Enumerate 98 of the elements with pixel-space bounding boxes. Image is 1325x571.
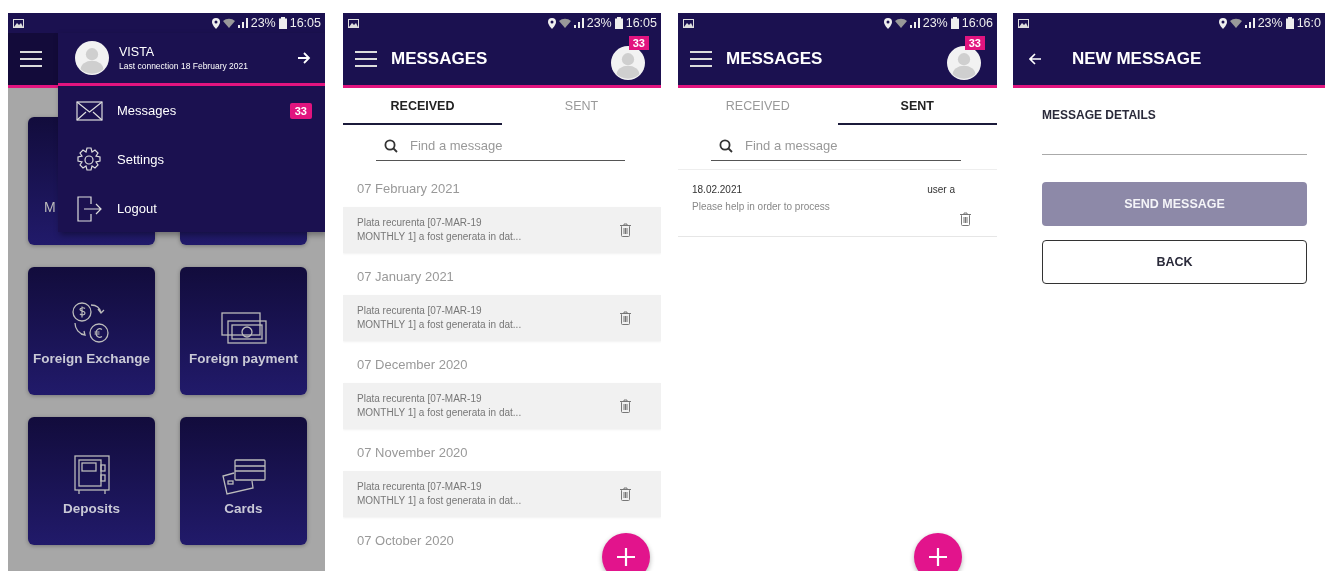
envelope-icon	[75, 100, 103, 121]
avatar-icon[interactable]	[75, 41, 109, 75]
user-name: VISTA	[119, 45, 156, 59]
date-heading: 07 January 2021	[356, 267, 454, 286]
wifi-icon	[894, 18, 907, 28]
banknotes-icon	[220, 310, 267, 345]
location-icon	[211, 17, 220, 29]
last-connection: Last connection 18 February 2021	[119, 61, 249, 71]
avatar-icon[interactable]	[611, 46, 645, 80]
message-row[interactable]: Plata recurenta [07-MAR-19 MONTHLY 1] a fost generata in dat...	[343, 471, 661, 517]
battery-percent: 23%	[250, 16, 276, 30]
tab[interactable]: SENT	[837, 88, 997, 125]
tile-label: M	[44, 199, 56, 215]
sent-message-row[interactable]: 18.02.2021 user a Please help in order to process	[678, 169, 997, 237]
back-button[interactable]: BACK	[1042, 240, 1307, 284]
logout-icon	[76, 195, 102, 222]
message-preview: Plata recurenta [07-MAR-19 MONTHLY 1] a fost generata in dat...	[357, 303, 522, 332]
field-label: MESSAGE DETAILS	[1042, 108, 1157, 122]
menu-tile[interactable]: Foreign Exchange	[28, 267, 155, 395]
recipient: user a	[927, 184, 955, 195]
delete-icon[interactable]	[620, 487, 631, 501]
signal-icon	[573, 18, 584, 28]
battery-icon	[278, 17, 287, 29]
plus-icon[interactable]	[616, 547, 636, 567]
location-icon	[1218, 17, 1227, 29]
wifi-icon	[1229, 18, 1242, 28]
wifi-icon	[222, 18, 235, 28]
credit-cards-icon	[220, 458, 267, 495]
unread-badge: 33	[289, 102, 312, 119]
search-input[interactable]: Find a message	[745, 138, 961, 153]
screen-title: MESSAGES	[391, 49, 489, 69]
delete-icon[interactable]	[620, 223, 631, 237]
message-row[interactable]: Plata recurenta [07-MAR-19 MONTHLY 1] a fost generata in dat...	[343, 295, 661, 341]
tile-label: Foreign Exchange	[33, 350, 150, 366]
location-icon	[547, 17, 556, 29]
drawer-item[interactable]: Settings	[58, 135, 325, 184]
battery-icon	[1285, 17, 1294, 29]
add-message-button[interactable]	[914, 533, 962, 571]
arrow-right-icon[interactable]	[297, 52, 311, 64]
search-icon[interactable]	[719, 138, 733, 153]
unread-badge: 33	[628, 36, 649, 50]
message-row[interactable]: Plata recurenta [07-MAR-19 MONTHLY 1] a fost generata in dat...	[343, 207, 661, 253]
date-heading: 07 February 2021	[356, 179, 460, 198]
menu-icon[interactable]	[20, 51, 42, 67]
battery-icon	[614, 17, 623, 29]
tab[interactable]: RECEIVED	[343, 88, 502, 125]
screen-title: MESSAGES	[726, 49, 824, 69]
search-icon[interactable]	[384, 138, 398, 153]
delete-icon[interactable]	[620, 399, 631, 413]
plus-icon[interactable]	[928, 547, 948, 567]
drawer-item[interactable]: Messages 33	[58, 86, 325, 135]
menu-tile[interactable]: Deposits	[28, 417, 155, 545]
date-heading: 07 November 2020	[356, 443, 468, 462]
menu-icon[interactable]	[690, 51, 712, 67]
message-row[interactable]: Plata recurenta [07-MAR-19 MONTHLY 1] a fost generata in dat...	[343, 383, 661, 429]
wifi-icon	[558, 18, 571, 28]
signal-icon	[909, 18, 920, 28]
search-field[interactable]: Find a message	[376, 131, 625, 161]
search-input[interactable]: Find a message	[410, 138, 625, 153]
tile-label: Cards	[224, 500, 263, 516]
clock-time: 16:06	[961, 16, 993, 30]
message-date: 18.02.2021	[692, 184, 743, 195]
delete-icon[interactable]	[960, 212, 971, 226]
clock-time: 16:05	[625, 16, 657, 30]
back-arrow-icon[interactable]	[1029, 53, 1042, 65]
tile-label: Deposits	[63, 500, 120, 516]
menu-tile[interactable]: Foreign payment	[180, 267, 307, 395]
battery-icon	[950, 17, 959, 29]
clock-time: 16:0	[1296, 16, 1321, 30]
unread-badge: 33	[964, 36, 985, 50]
message-preview: Plata recurenta [07-MAR-19 MONTHLY 1] a fost generata in dat...	[357, 479, 522, 508]
delete-icon[interactable]	[620, 311, 631, 325]
clock-time: 16:05	[289, 16, 321, 30]
battery-percent: 23%	[922, 16, 948, 30]
settings-icon	[75, 145, 103, 174]
signal-icon	[1244, 18, 1255, 28]
image-icon	[683, 18, 694, 28]
image-icon	[13, 18, 24, 28]
search-field[interactable]: Find a message	[711, 131, 961, 161]
drawer-item[interactable]: Logout	[58, 184, 325, 233]
safe-icon	[73, 454, 110, 495]
message-preview: Plata recurenta [07-MAR-19 MONTHLY 1] a fost generata in dat...	[357, 391, 522, 420]
signal-icon	[237, 18, 248, 28]
date-heading: 07 October 2020	[356, 531, 454, 550]
avatar-icon[interactable]	[947, 46, 981, 80]
battery-percent: 23%	[1257, 16, 1283, 30]
message-preview: Plata recurenta [07-MAR-19 MONTHLY 1] a fost generata in dat...	[357, 215, 522, 244]
tile-label: Foreign payment	[189, 350, 298, 366]
add-message-button[interactable]	[602, 533, 650, 571]
image-icon	[1018, 18, 1029, 28]
screen-title: NEW MESSAGE	[1072, 49, 1202, 69]
menu-icon[interactable]	[355, 51, 377, 67]
battery-percent: 23%	[586, 16, 612, 30]
menu-tile[interactable]: Cards	[180, 417, 307, 545]
image-icon	[348, 18, 359, 28]
date-heading: 07 December 2020	[356, 355, 468, 374]
message-preview: Please help in order to process	[692, 201, 830, 212]
location-icon	[883, 17, 892, 29]
